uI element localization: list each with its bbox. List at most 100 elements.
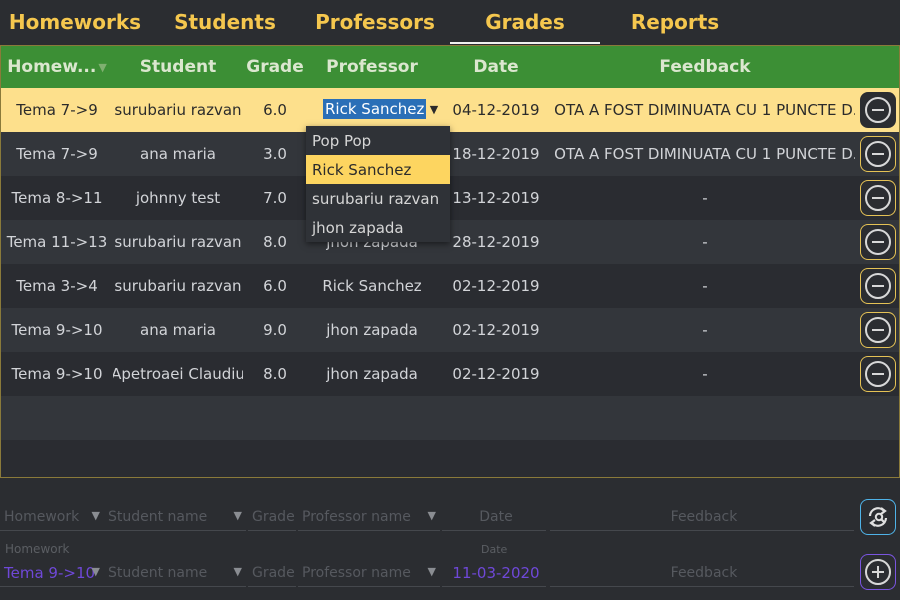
tab-students[interactable]: Students [150,0,300,44]
cell-grade: 7.0 [263,189,287,207]
table-row[interactable]: Tema 7->9 ana maria 3.0 18-12-2019 NOTA A FO… [1,132,899,176]
dropdown-option[interactable]: jhon zapada [306,213,450,242]
table-row-selected[interactable]: Tema 7->9 surubariu razvan 6.0 04-12-2019 NO… [1,88,899,132]
cell-date: 02-12-2019 [452,365,540,383]
professor-combobox-editor[interactable]: Rick Sanchez ▼ [323,98,445,120]
remove-grade-button[interactable] [860,136,896,172]
chevron-down-icon: ▼ [233,565,242,578]
sort-descending-icon: ▼ [98,60,107,74]
add-professor-placeholder: Professor name [302,564,411,581]
column-header-homework[interactable]: Homew... ▼ [1,46,113,88]
remove-grade-button[interactable] [860,356,896,392]
remove-grade-button[interactable] [860,180,896,216]
table-header: Homew... ▼ Student Grade Professor Date … [1,46,899,88]
chevron-down-icon: ▼ [427,509,436,522]
cell-feedback: - [702,233,708,251]
add-grade-field[interactable]: Grade [248,559,296,587]
cell-feedback: - [702,277,708,295]
refresh-search-button[interactable] [860,499,896,535]
cell-homework: Tema 7->9 [16,145,98,163]
chevron-down-icon[interactable]: ▼ [426,100,442,118]
add-student-placeholder: Student name [108,564,208,581]
grades-table: Homew... ▼ Student Grade Professor Date … [0,45,900,478]
cell-date: 02-12-2019 [452,277,540,295]
cell-homework: Tema 3->4 [16,277,98,295]
filter-professor-combobox[interactable]: Professor name ▼ [298,503,440,531]
add-homework-value: Tema 9->10 [4,563,96,582]
cell-feedback: - [702,365,708,383]
minus-circle-icon [865,141,891,167]
dropdown-option[interactable]: Pop Pop [306,126,450,155]
cell-student: Apetroaei Claudiu [113,365,243,383]
table-row[interactable]: Tema 9->10 Apetroaei Claudiu 8.0 jhon zapad… [1,352,899,396]
chevron-down-icon: ▼ [91,565,100,578]
filter-grade-placeholder: Grade [252,508,295,525]
cell-feedback: NOTA A FOST DIMINUATA CU 1 PUNCTE D... [555,101,855,119]
cell-grade: 8.0 [263,365,287,383]
filter-date-picker[interactable]: Date [442,503,546,531]
filter-professor-placeholder: Professor name [302,508,411,525]
cell-feedback: - [702,321,708,339]
column-header-feedback[interactable]: Feedback [555,46,855,88]
chevron-down-icon: ▼ [91,509,100,522]
remove-grade-button[interactable] [860,312,896,348]
remove-grade-button[interactable] [860,224,896,260]
add-professor-combobox[interactable]: Professor name ▼ [298,559,440,587]
dropdown-option-selected[interactable]: Rick Sanchez [306,155,450,184]
table-row[interactable]: Tema 3->4 surubariu razvan 6.0 Rick Sanchez… [1,264,899,308]
minus-circle-icon [865,361,891,387]
cell-date: 13-12-2019 [452,189,540,207]
add-date-label: Date [481,543,508,556]
empty-table-row [1,440,899,477]
cell-homework: Tema 7->9 [16,101,98,119]
filter-homework-combobox[interactable]: Homework ▼ [0,503,104,531]
column-header-date[interactable]: Date [437,46,555,88]
minus-circle-icon [865,229,891,255]
filter-student-placeholder: Student name [108,508,208,525]
column-header-grade[interactable]: Grade [243,46,307,88]
remove-grade-button[interactable] [860,268,896,304]
filter-date-placeholder: Date [479,508,513,525]
tab-reports[interactable]: Reports [600,0,750,44]
table-row[interactable]: Tema 9->10 ana maria 9.0 jhon zapada 02-12-2… [1,308,899,352]
cell-student: surubariu razvan [114,101,242,119]
add-homework-combobox[interactable]: Tema 9->10 ▼ [0,559,104,587]
professor-combobox-value[interactable]: Rick Sanchez [323,99,427,119]
cell-feedback: NOTA A FOST DIMINUATA CU 1 PUNCTE D... [555,145,855,163]
tab-homeworks[interactable]: Homeworks [0,0,150,44]
tab-grades[interactable]: Grades [450,0,600,44]
cell-grade: 9.0 [263,321,287,339]
chevron-down-icon: ▼ [427,565,436,578]
cell-homework: Tema 9->10 [11,321,103,339]
cell-date: 02-12-2019 [452,321,540,339]
add-student-combobox[interactable]: Student name ▼ [104,559,246,587]
empty-table-row [1,396,899,440]
minus-circle-icon [865,97,891,123]
filter-student-combobox[interactable]: Student name ▼ [104,503,246,531]
table-row[interactable]: Tema 11->13 surubariu razvan 8.0 jhon zapad… [1,220,899,264]
column-header-student[interactable]: Student [113,46,243,88]
main-tab-bar: Homeworks Students Professors Grades Rep… [0,0,900,44]
add-grade-placeholder: Grade [252,564,295,581]
plus-circle-icon [865,559,891,585]
cell-date: 28-12-2019 [452,233,540,251]
add-grade-button[interactable] [860,554,896,590]
remove-grade-button[interactable] [860,92,896,128]
add-feedback-field[interactable]: Feedback [550,559,854,587]
filter-feedback-field[interactable]: Feedback [550,503,854,531]
table-row[interactable]: Tema 8->11 johnny test 7.0 13-12-2019 - [1,176,899,220]
column-header-professor[interactable]: Professor [307,46,437,88]
filter-grade-field[interactable]: Grade [248,503,296,531]
dropdown-option[interactable]: surubariu razvan [306,184,450,213]
minus-circle-icon [865,317,891,343]
cell-grade: 6.0 [263,277,287,295]
tab-professors[interactable]: Professors [300,0,450,44]
cell-grade: 3.0 [263,145,287,163]
cell-student: surubariu razvan [114,233,242,251]
professor-dropdown-list: Pop Pop Rick Sanchez surubariu razvan jh… [306,126,450,242]
add-date-value: 11-03-2020 [452,563,540,582]
cell-grade: 8.0 [263,233,287,251]
add-date-picker[interactable]: 11-03-2020 [442,559,546,587]
cell-homework: Tema 9->10 [11,365,103,383]
cell-feedback: - [702,189,708,207]
